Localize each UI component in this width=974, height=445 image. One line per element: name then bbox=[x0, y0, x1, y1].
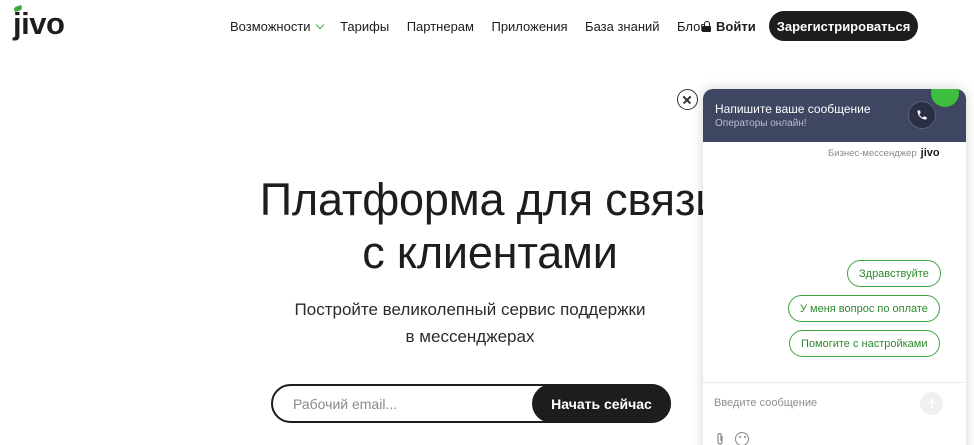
register-button[interactable]: Зарегистрироваться bbox=[769, 11, 918, 41]
messenger-brand: Бизнес-мессенджер jivo bbox=[828, 147, 940, 159]
login-link[interactable]: Войти bbox=[702, 19, 756, 34]
lock-icon bbox=[702, 21, 711, 32]
send-icon[interactable] bbox=[920, 392, 943, 415]
quick-reply-payment[interactable]: У меня вопрос по оплате bbox=[788, 295, 940, 322]
quick-reply-settings[interactable]: Помогите с настройками bbox=[789, 330, 940, 357]
nav-item-features[interactable]: Возможности bbox=[230, 19, 324, 34]
chat-title: Напишите ваше сообщение bbox=[715, 102, 871, 116]
phone-icon[interactable] bbox=[908, 101, 936, 129]
nav-item-blog[interactable]: Блог bbox=[677, 19, 705, 34]
main-nav: Возможности Тарифы Партнерам Приложения … bbox=[230, 19, 723, 34]
hero-subtitle-line2: в мессенджерах bbox=[405, 327, 535, 346]
hero-subtitle-line1: Постройте великолепный сервис поддержки bbox=[294, 300, 646, 319]
logo-text: jivo bbox=[13, 6, 65, 41]
attach-icon[interactable] bbox=[715, 432, 725, 445]
brand-label: Бизнес-мессенджер bbox=[828, 147, 917, 159]
nav-item-partners[interactable]: Партнерам bbox=[407, 19, 474, 34]
quick-reply-hello[interactable]: Здравствуйте bbox=[847, 260, 941, 287]
email-signup-form: Начать сейчас bbox=[271, 384, 671, 423]
emoji-icon[interactable] bbox=[735, 432, 749, 445]
nav-item-knowledge-base[interactable]: База знаний bbox=[585, 19, 660, 34]
nav-label: Возможности bbox=[230, 19, 311, 34]
page: jivo Возможности Тарифы Партнерам Прилож… bbox=[0, 0, 974, 445]
chat-header: Напишите ваше сообщение Операторы онлайн… bbox=[703, 89, 966, 142]
jivo-logo[interactable]: jivo bbox=[11, 5, 71, 44]
hero-title-line2: с клиентами bbox=[362, 227, 618, 278]
message-input[interactable] bbox=[714, 394, 914, 412]
email-input[interactable] bbox=[293, 386, 533, 421]
nav-item-apps[interactable]: Приложения bbox=[491, 19, 567, 34]
start-now-button[interactable]: Начать сейчас bbox=[532, 384, 671, 423]
hero-subtitle: Постройте великолепный сервис поддержки … bbox=[250, 296, 690, 350]
operator-status: Операторы онлайн! bbox=[715, 118, 807, 129]
chat-widget: Напишите ваше сообщение Операторы онлайн… bbox=[703, 89, 966, 445]
hero-title-line1: Платформа для связи bbox=[259, 174, 721, 225]
chevron-down-icon bbox=[315, 20, 324, 30]
divider bbox=[703, 382, 966, 383]
online-indicator bbox=[931, 89, 959, 107]
nav-item-pricing[interactable]: Тарифы bbox=[340, 19, 389, 34]
brand-logo: jivo bbox=[920, 147, 940, 159]
close-icon[interactable] bbox=[677, 89, 698, 110]
login-label: Войти bbox=[716, 19, 756, 34]
